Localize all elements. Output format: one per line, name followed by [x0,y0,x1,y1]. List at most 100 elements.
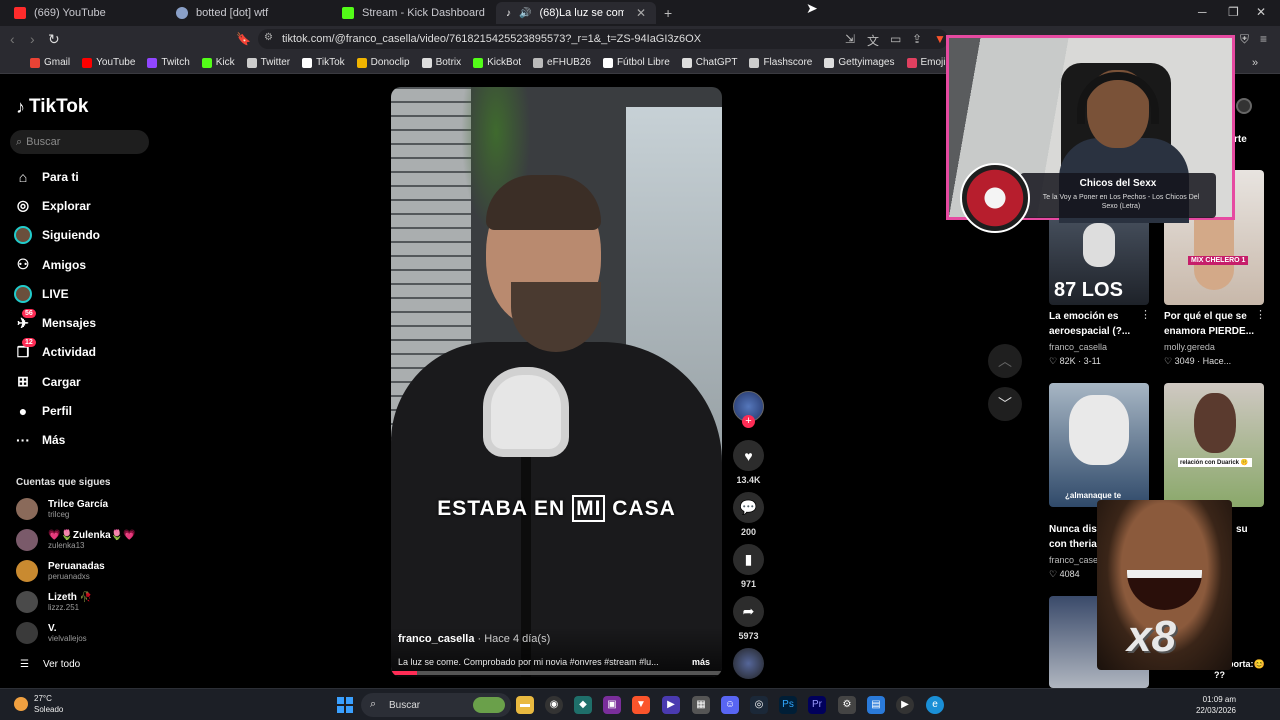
chrome-icon[interactable]: ◉ [545,696,563,714]
video-author[interactable]: franco_casella · Hace 4 día(s) [398,633,550,645]
card-title[interactable]: ?? [1214,668,1244,683]
user-avatar[interactable] [1236,98,1252,114]
weather-widget[interactable]: 27°C Soleado [14,693,63,715]
taskbar-search[interactable]: ⌕ Buscar [361,693,511,717]
calculator-icon[interactable]: ▦ [692,696,710,714]
site-settings-icon[interactable]: ⚙ [264,32,273,43]
follow-plus-icon[interactable]: + [742,415,755,428]
sidebar-item-mensajes[interactable]: ✈ 56 Mensajes [14,308,100,337]
bookmark-item[interactable]: Twitter [246,57,291,68]
bookmark-label: Twitter [260,57,291,68]
music-disc-icon[interactable] [733,648,764,679]
tiktok-logo[interactable]: ♪ TikTok [16,96,88,118]
sidebar-item-parati[interactable]: ⌂ Para ti [14,162,100,191]
tab-kick-dashboard[interactable]: Stream - Kick Dashboard [332,2,496,24]
sidebar-item-explorar[interactable]: ◎ Explorar [14,191,100,220]
share-icon[interactable]: ⇪ [912,32,922,46]
followed-account[interactable]: Lizeth 🥀 lizzz.251 [16,591,92,613]
photoshop-icon[interactable]: Ps [779,696,797,714]
card-user[interactable]: molly.gereda [1164,342,1215,352]
brave-shield-icon[interactable]: ▼ [934,32,946,46]
back-arrow-icon[interactable]: ‹ [10,31,15,47]
cast-icon[interactable]: ▭ [890,32,901,46]
bookmark-item[interactable]: YouTube [82,57,135,68]
sidebar-item-live[interactable]: LIVE [14,279,100,308]
card-user[interactable]: franco_casella [1049,342,1107,352]
settings-gear-icon[interactable]: ⚙ [838,696,856,714]
sidebar-item-perfil[interactable]: ● Perfil [14,396,100,425]
sidebar-item-amigos[interactable]: ⚇ Amigos [14,250,100,279]
video-player[interactable]: ESTABA EN MI CASA franco_casella · Hace … [391,87,722,677]
close-tab-icon[interactable]: ✕ [636,6,646,20]
window-close-icon[interactable]: ✕ [1256,5,1266,19]
bookmark-item[interactable]: Gmail [30,57,70,68]
tab-botted[interactable]: botted [dot] wtf [166,2,332,24]
notepad-icon[interactable]: ▤ [867,696,885,714]
reload-icon[interactable]: ↻ [48,31,60,48]
card-title[interactable]: Por qué el que se enamora PIERDE... [1164,309,1268,339]
more-options-icon[interactable]: ⋮ [1255,308,1266,321]
app-icon[interactable]: ▣ [603,696,621,714]
forward-arrow-icon[interactable]: › [30,31,35,47]
video-thumbnail[interactable]: relación con Duarick 🤫 [1164,383,1264,507]
more-bookmarks-icon[interactable]: » [1252,57,1258,69]
video-app-icon[interactable]: ▶ [662,696,680,714]
bookmark-item[interactable]: TikTok [302,57,345,68]
card-user[interactable]: franco_case [1049,555,1098,565]
see-all-button[interactable]: ☰ Ver todo [20,659,80,670]
comment-button[interactable]: 💬 200 [733,492,764,537]
more-link[interactable]: más [692,657,710,667]
bookmark-item[interactable]: eFHUB26 [533,57,591,68]
video-thumbnail[interactable]: ¿almanaque te [1049,383,1149,507]
tab-youtube[interactable]: (669) YouTube [4,2,166,24]
bookmark-item[interactable]: Twitch [147,57,190,68]
save-button[interactable]: ▮ 971 [733,544,764,589]
vpn-shield-icon[interactable]: ⛨ [1240,32,1249,47]
card-title[interactable]: su [1236,522,1280,537]
share-button[interactable]: ➦ 5973 [733,596,764,641]
minimize-icon[interactable]: ─ [1198,5,1207,19]
bookmark-item[interactable]: KickBot [473,57,521,68]
sidebar-item-ms[interactable]: ··· Más [14,426,100,455]
tab-tiktok-active[interactable]: ♪ 🔊 (68)La luz se come: Comprob ✕ [496,2,656,24]
author-name[interactable]: franco_casella [398,633,474,645]
bookmark-item[interactable]: Flashscore [749,57,812,68]
system-clock[interactable]: 01:09 am 22/03/2026 [1196,694,1236,716]
maximize-icon[interactable]: ❐ [1228,5,1239,19]
followed-account[interactable]: Peruanadas peruanadxs [16,560,105,582]
card-title[interactable]: La emoción es aeroespacial (?... [1049,309,1153,339]
bookmark-item[interactable]: Gettyimages [824,57,895,68]
bookmark-item[interactable]: Fútbol Libre [602,57,670,68]
windows-start-icon[interactable] [337,697,353,713]
bookmark-icon[interactable]: 🔖 [236,32,251,46]
premiere-icon[interactable]: Pr [808,696,826,714]
followed-account[interactable]: 💗🌷Zulenka🌷💗 zulenka13 [16,529,136,551]
followed-account[interactable]: V. vielvallejos [16,622,87,644]
bookmark-item[interactable]: Kick [201,57,235,68]
app-icon[interactable]: ◆ [574,696,592,714]
sidebar-item-siguiendo[interactable]: Siguiendo [14,221,100,250]
sidebar-item-actividad[interactable]: ❒ 12 Actividad [14,337,100,367]
reader-icon[interactable]: ⇲ [845,32,855,46]
translate-icon[interactable]: 文 [867,32,879,49]
bookmark-item[interactable]: Botrix [421,57,461,68]
video-progress-bar[interactable] [391,671,722,675]
next-video-button[interactable]: ﹀ [988,387,1022,421]
search-input[interactable]: ⌕ Buscar [10,130,149,154]
bookmark-item[interactable]: ChatGPT [681,57,737,68]
bookmark-item[interactable]: Emoji [906,57,946,68]
new-tab-button[interactable]: + [664,5,672,21]
file-explorer-icon[interactable]: ▬ [516,696,534,714]
menu-icon[interactable]: ≡ [1260,32,1267,46]
more-options-icon[interactable]: ⋮ [1140,308,1151,321]
previous-video-button[interactable]: ︿ [988,344,1022,378]
media-player-icon[interactable]: ▶ [896,696,914,714]
edge-icon[interactable]: e [926,696,944,714]
steam-icon[interactable]: ◎ [750,696,768,714]
discord-icon[interactable]: ☺ [721,696,739,714]
sidebar-item-cargar[interactable]: ⊞ Cargar [14,367,100,396]
followed-account[interactable]: Trilce García trilceg [16,498,108,520]
like-button[interactable]: ♥ 13.4K [733,440,764,485]
brave-icon[interactable]: ▼ [632,696,650,714]
bookmark-item[interactable]: Donoclip [356,57,410,68]
